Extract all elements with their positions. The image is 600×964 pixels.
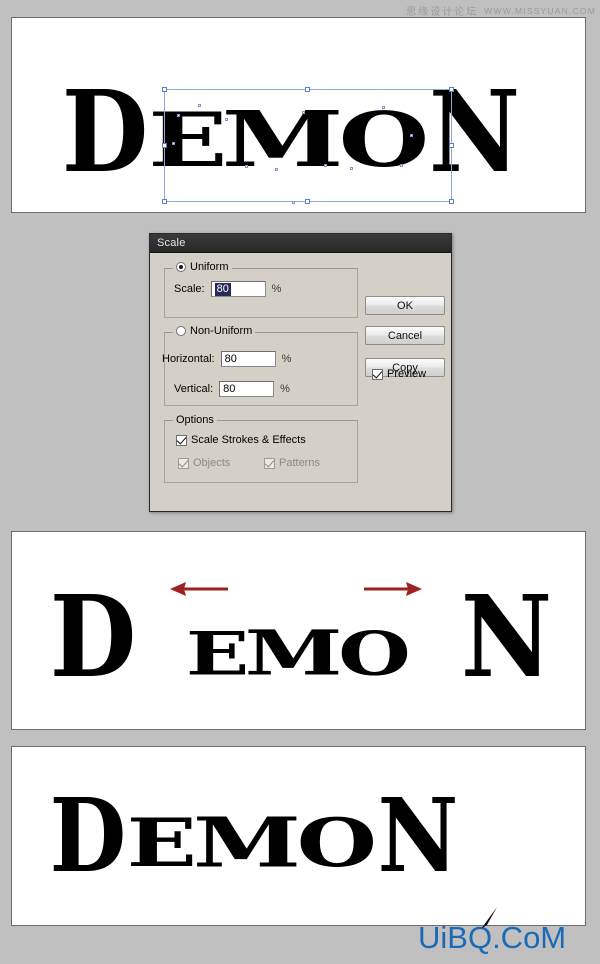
uibq-logo: UiBQ.CoM [418,920,567,955]
horizontal-input[interactable]: 80 [220,351,276,367]
vertical-input-value: 80 [223,383,236,395]
vertical-field-row: Vertical: 80 % [174,381,290,397]
vertical-input[interactable]: 80 [219,381,275,397]
demon-artwork-scaled[interactable]: D EMO N [48,580,553,692]
selection-handle-bottom-right[interactable] [449,199,454,204]
letter-e: E [148,95,227,184]
ok-button[interactable]: OK [365,296,445,315]
non-uniform-radio[interactable] [176,326,186,336]
letter-d: D [49,570,137,703]
demon-artwork-original[interactable]: DEMON [60,75,521,187]
objects-label: Objects [193,457,231,469]
letter-o: O [338,618,410,689]
letter-e: E [126,804,197,883]
scaled-middle-cluster[interactable]: EMO [186,606,411,690]
letter-e: E [186,618,249,689]
cancel-button[interactable]: Cancel [365,326,445,345]
letter-d: D [61,65,149,198]
patterns-label: Patterns [279,457,320,469]
letter-n: N [377,776,459,896]
letter-n: N [461,570,552,703]
dialog-titlebar[interactable]: Scale [150,234,451,253]
patterns-row: Patterns [264,457,320,469]
selection-handle-bottom-left[interactable] [162,199,167,204]
horizontal-field-row: Horizontal: 80 % [162,351,291,367]
scale-percent-label: % [271,283,282,295]
options-group: Options [164,414,358,483]
scale-input[interactable]: 80 [210,281,266,297]
preview-row[interactable]: Preview [372,368,426,380]
path-anchor-point [292,201,295,204]
scale-label: Scale: [174,283,205,295]
dialog-title: Scale [157,237,186,249]
objects-checkbox [178,457,189,469]
uniform-radio[interactable] [176,262,186,272]
horizontal-percent-label: % [281,353,292,365]
canvas-panel-before: DEMON [11,17,586,213]
letter-o: O [296,804,377,883]
vertical-percent-label: % [280,383,290,395]
letter-m: M [245,616,343,690]
selection-handle-bottom-center[interactable] [305,199,310,204]
patterns-checkbox [264,457,275,469]
objects-row: Objects [178,457,230,469]
horizontal-label: Horizontal: [162,353,215,365]
watermark-url: WWW.MISSYUAN.COM [484,5,596,16]
letter-o: O [338,95,430,184]
non-uniform-legend[interactable]: Non-Uniform [173,325,255,339]
options-label: Options [176,414,214,426]
non-uniform-label: Non-Uniform [190,325,253,337]
scale-input-value: 80 [214,282,231,296]
vertical-label: Vertical: [174,383,214,395]
horizontal-input-value: 80 [224,353,237,365]
watermark: 思缘设计论坛 WWW.MISSYUAN.COM [406,3,596,19]
watermark-chinese: 思缘设计论坛 [406,7,479,18]
scale-strokes-effects-label: Scale Strokes & Effects [191,434,306,446]
scale-dialog[interactable]: Scale Uniform Scale: 80 % Non-Uniform Ho… [149,233,452,512]
uniform-legend[interactable]: Uniform [173,261,232,275]
demon-artwork-final[interactable]: DEMON [48,785,459,886]
dialog-body: Uniform Scale: 80 % Non-Uniform Horizont… [150,253,451,511]
letter-m: M [222,93,344,185]
scale-strokes-effects-row[interactable]: Scale Strokes & Effects [176,434,306,446]
preview-checkbox[interactable] [372,368,383,380]
scale-strokes-effects-checkbox[interactable] [176,434,187,446]
letter-n: N [429,65,520,198]
letter-m: M [192,802,301,883]
scale-field-row: Scale: 80 % [174,281,281,297]
preview-label: Preview [387,368,427,380]
letter-d: D [49,776,127,896]
options-legend: Options [173,414,217,426]
uniform-label: Uniform [190,261,229,273]
